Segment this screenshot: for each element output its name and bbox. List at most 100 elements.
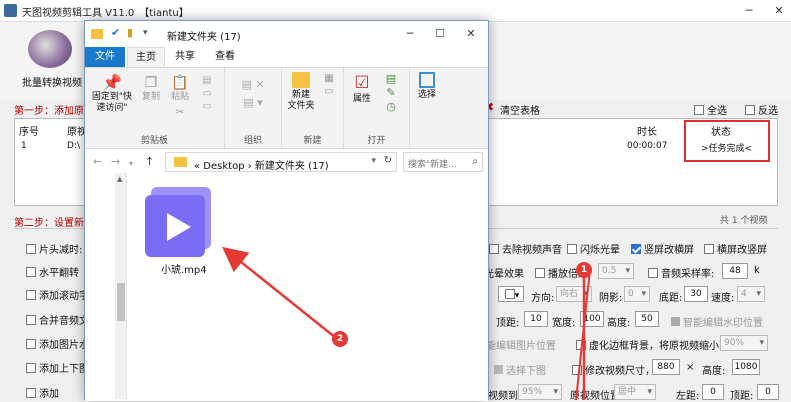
video-file-icon[interactable]	[145, 185, 217, 257]
height-label: 高度:	[607, 318, 631, 329]
clipboard-group-label: 剪贴板	[140, 136, 168, 146]
h2v-checkbox[interactable]: 横屏改竖屏	[704, 241, 767, 256]
smart-wm-button[interactable]: 智能编辑水印位置	[671, 314, 763, 329]
step1-label: 第一步：添加原	[14, 106, 84, 117]
back-icon[interactable]: ←	[93, 156, 102, 168]
blur-bg-checkbox[interactable]: 虚化边框背景，将原视频缩小到:	[576, 337, 732, 352]
explorer-titlebar: ✔ ▮ ▾ 新建文件夹 (17) ─ ☐ ✕	[85, 21, 488, 47]
top2-input[interactable]: 0	[757, 384, 779, 400]
properties-button[interactable]: ☑ 属性	[348, 72, 376, 105]
copy-button[interactable]: ❐ 复制	[139, 74, 163, 103]
recent-dropdown-icon[interactable]: ▾	[129, 158, 133, 170]
remove-audio-label: 去除视频声音	[502, 245, 562, 256]
search-icon: ⌕	[472, 156, 478, 167]
video-to-select[interactable]: 95%	[518, 384, 562, 400]
new-group-label: 新建	[303, 136, 322, 146]
select-button[interactable]: 选择	[414, 72, 440, 101]
open-icons[interactable]: ▤ ✎ ◷	[380, 72, 402, 114]
zoom-rate-select[interactable]: 0.5	[598, 263, 634, 279]
open-group-label: 打开	[367, 136, 386, 146]
sample-rate-input[interactable]: 48	[722, 263, 748, 279]
add-top-bottom-checkbox[interactable]: 添加上下图	[26, 360, 89, 375]
color-select[interactable]: ▾	[498, 286, 524, 302]
hflip-checkbox[interactable]: 水平翻转	[26, 264, 79, 279]
remove-audio-checkbox[interactable]: 去除视频声音	[489, 241, 562, 256]
select-all-checkbox[interactable]: 全选	[694, 102, 727, 117]
scrollbar-thumb[interactable]	[117, 283, 125, 321]
v2h-checkbox[interactable]: 竖屏改横屏	[631, 241, 694, 256]
flash-checkbox[interactable]: 闪烁光晕	[567, 241, 620, 256]
properties-label: 属性	[352, 94, 371, 104]
invert-select-label: 反选	[758, 106, 778, 117]
scroll-up-icon[interactable]: ▲	[117, 175, 122, 183]
sample-rate-checkbox[interactable]: 音频采样率:	[648, 265, 714, 280]
pin-quick-access-button[interactable]: 📌 固定到"快 速访问"	[89, 74, 135, 114]
col-index-header: 序号	[19, 127, 39, 138]
bottom-margin-input[interactable]: 30	[684, 286, 708, 302]
paste-button[interactable]: 📋 粘贴 ✂	[167, 74, 193, 118]
tab-home[interactable]: 主页	[127, 47, 165, 67]
speed-select[interactable]: 4	[737, 286, 765, 302]
select-bottom-button[interactable]: 选择下图	[494, 362, 546, 377]
resize-width-input[interactable]: 880	[652, 359, 680, 375]
width-input[interactable]: 100	[580, 311, 604, 327]
smart-img-label: 能编辑图片位置	[486, 341, 556, 352]
row-index: 1	[21, 141, 27, 151]
clear-table-button[interactable]: 清空表格	[500, 102, 540, 117]
folder-icon	[91, 29, 103, 39]
orig-pos-select[interactable]: 居中	[614, 384, 656, 400]
clipboard-small-icons[interactable]: ▤ ▭ ▭	[197, 74, 217, 113]
v2h-label: 竖屏改横屏	[644, 245, 694, 256]
blur-select[interactable]: 90%	[720, 335, 768, 351]
file-name[interactable]: 小琥.mp4	[161, 261, 207, 276]
cut-head-checkbox[interactable]: 片头减时:	[26, 241, 82, 256]
up-icon[interactable]: ↑	[145, 156, 154, 168]
shadow-select[interactable]: 0	[624, 286, 650, 302]
film-reel-icon[interactable]	[28, 30, 72, 68]
add-top-bottom-label: 添加上下图	[39, 364, 89, 375]
refresh-icon[interactable]: ↻	[384, 155, 392, 166]
add-scroll-checkbox[interactable]: 添加滚动字	[26, 287, 89, 302]
resize-height-label: 高度:	[702, 366, 726, 377]
properties-quick-icon[interactable]: ✔	[111, 27, 120, 39]
maximize-icon[interactable]: ☐	[431, 25, 449, 43]
invert-select-checkbox[interactable]: 反选	[745, 102, 778, 117]
new-item-icons[interactable]: ▦ ▭	[320, 72, 338, 98]
address-dropdown-icon[interactable]: ▾	[371, 156, 376, 166]
close-icon[interactable]: ✕	[462, 25, 480, 43]
tab-file[interactable]: 文件	[85, 47, 125, 67]
close-icon[interactable]: ✕	[770, 2, 788, 20]
width-label: 宽度:	[552, 318, 576, 329]
paste-icon: 📋	[171, 75, 189, 91]
copy-label: 复制	[141, 92, 160, 102]
file-explorer-window[interactable]: ✔ ▮ ▾ 新建文件夹 (17) ─ ☐ ✕ 文件 主页 共享 查看 📌 固定到…	[84, 20, 489, 401]
smart-wm-label: 智能编辑水印位置	[683, 318, 763, 329]
search-input[interactable]: 搜索"新建... ⌕	[403, 152, 483, 172]
status-highlight-box	[684, 120, 770, 162]
resize-height-input[interactable]: 1080	[732, 359, 760, 375]
merge-audio-checkbox[interactable]: 合并音频文	[26, 312, 89, 327]
paste-label: 粘贴	[170, 92, 189, 102]
minimize-icon[interactable]: ─	[401, 25, 419, 43]
forward-icon[interactable]: →	[111, 156, 120, 168]
minimize-icon[interactable]: ─	[740, 2, 758, 20]
batch-convert-button[interactable]: 批量转换视频	[22, 74, 82, 89]
speed-label: 速度:	[711, 293, 735, 304]
tab-view[interactable]: 查看	[207, 47, 243, 67]
add-xx-checkbox[interactable]: 添加	[26, 385, 59, 400]
add-image-checkbox[interactable]: 添加图片水	[26, 336, 89, 351]
left-margin-input[interactable]: 0	[702, 384, 724, 400]
cut-icon[interactable]: ✂	[167, 107, 193, 118]
direction-select[interactable]: 向右	[556, 286, 592, 302]
organize-icons[interactable]: ▤ ✕ ▤ ▾	[231, 76, 275, 112]
blur-bg-label: 虚化边框背景，将原视频缩小到:	[589, 341, 733, 352]
new-folder-quick-icon[interactable]: ▮	[127, 27, 133, 39]
quick-access-dropdown-icon[interactable]: ▾	[143, 27, 148, 39]
top-margin-input[interactable]: 10	[524, 311, 548, 327]
tab-share[interactable]: 共享	[167, 47, 203, 67]
new-folder-icon	[292, 72, 310, 88]
height-input[interactable]: 50	[635, 311, 659, 327]
ribbon: 📌 固定到"快 速访问" ❐ 复制 📋 粘贴 ✂ ▤ ▭ ▭ 剪贴板 ▤ ✕ ▤ ▾ …	[85, 67, 488, 149]
address-input[interactable]: « Desktop › 新建文件夹 (17) ▾ ↻	[165, 152, 397, 172]
new-folder-button[interactable]: 新建 文件夹	[286, 72, 316, 112]
